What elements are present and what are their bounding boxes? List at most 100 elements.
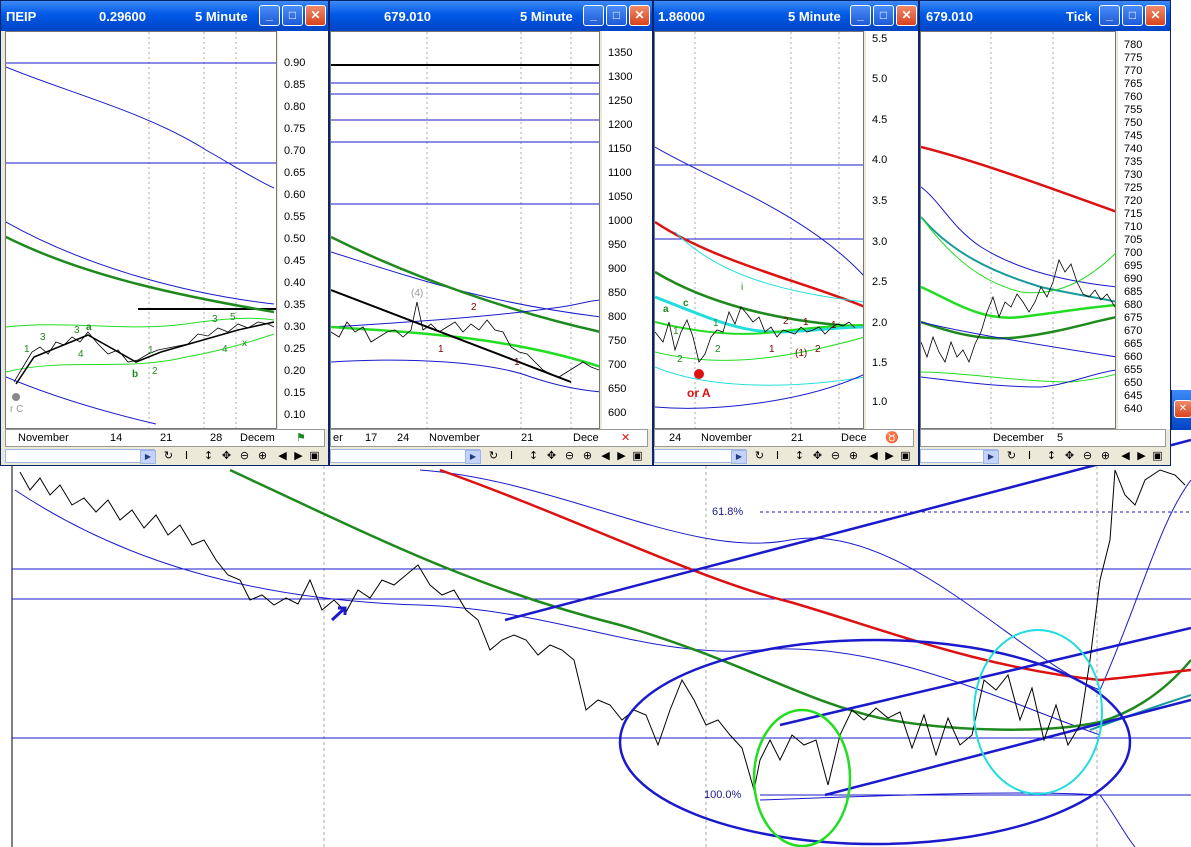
interval-label: 5 Minute xyxy=(195,9,248,24)
vertical-resize-icon[interactable]: ↕ xyxy=(526,448,541,463)
move-icon[interactable]: ✥ xyxy=(1062,448,1077,463)
cursor-icon[interactable]: I xyxy=(179,448,194,463)
cursor-icon[interactable]: I xyxy=(770,448,785,463)
close-button[interactable]: ✕ xyxy=(896,5,917,26)
close-x-icon[interactable]: ✕ xyxy=(621,431,630,444)
scale-tick: 680 xyxy=(1124,299,1143,311)
restore-icon[interactable]: ▣ xyxy=(1150,448,1165,463)
chart-plot-area[interactable]: a c 1 2 2 1 i 1 2 1 2 (1) 1 or A xyxy=(654,31,864,429)
wave-label: 2 xyxy=(783,316,789,327)
date-axis: 24 November 21 Dece ♉ xyxy=(654,429,914,447)
zoom-in-icon[interactable]: ⊕ xyxy=(255,448,270,463)
scale-tick: 1050 xyxy=(608,191,633,203)
date-label: November xyxy=(701,432,752,444)
refresh-icon[interactable]: ↻ xyxy=(161,448,176,463)
chart-window-4[interactable]: 679.010 Tick _ □ ✕ 780 775 770 765 760 7… xyxy=(919,0,1171,466)
scale-tick: 700 xyxy=(1124,247,1143,259)
flag-icon[interactable]: ⚑ xyxy=(296,431,306,444)
move-icon[interactable]: ✥ xyxy=(810,448,825,463)
scroll-right-button[interactable]: ▶ xyxy=(731,450,747,464)
scroll-right-button[interactable]: ▶ xyxy=(983,450,999,464)
maximize-button[interactable]: □ xyxy=(1122,5,1143,26)
close-button[interactable]: ✕ xyxy=(1174,400,1191,418)
wave-label: 1 xyxy=(673,326,679,337)
minimize-button[interactable]: _ xyxy=(259,5,280,26)
refresh-icon[interactable]: ↻ xyxy=(1004,448,1019,463)
zoom-out-icon[interactable]: ⊖ xyxy=(562,448,577,463)
cow-icon[interactable]: ♉ xyxy=(885,431,899,444)
title-bar[interactable]: 679.010 5 Minute _ □ ✕ xyxy=(330,1,652,31)
chart-toolbar: ▶ ↻ I ↕ ✥ ⊖ ⊕ ◀ ▶ ▣ xyxy=(920,448,1166,465)
scroll-right-icon[interactable]: ▶ xyxy=(882,448,897,463)
scale-tick: 755 xyxy=(1124,104,1143,116)
close-button[interactable]: ✕ xyxy=(1145,5,1166,26)
zoom-in-icon[interactable]: ⊕ xyxy=(1098,448,1113,463)
wave-label: 5 xyxy=(230,312,236,323)
horizontal-scrollbar[interactable]: ▶ xyxy=(654,449,747,464)
zoom-in-icon[interactable]: ⊕ xyxy=(580,448,595,463)
scroll-right-icon[interactable]: ▶ xyxy=(614,448,629,463)
retracement-100-label: 100.0% xyxy=(704,789,742,801)
cursor-icon[interactable]: I xyxy=(1022,448,1037,463)
chart-plot-area[interactable]: r C 1 3 3 a 4 b 2 1 3 5 4 x xyxy=(5,31,277,429)
scale-tick: 720 xyxy=(1124,195,1143,207)
title-bar[interactable]: 1.86000 5 Minute _ □ ✕ xyxy=(654,1,918,31)
restore-icon[interactable]: ▣ xyxy=(630,448,645,463)
maximize-button[interactable]: □ xyxy=(606,5,627,26)
title-bar[interactable]: 679.010 Tick _ □ ✕ xyxy=(920,1,1170,31)
date-label: Decem xyxy=(240,432,275,444)
scroll-right-icon[interactable]: ▶ xyxy=(291,448,306,463)
zoom-in-icon[interactable]: ⊕ xyxy=(846,448,861,463)
restore-icon[interactable]: ▣ xyxy=(898,448,913,463)
move-icon[interactable]: ✥ xyxy=(544,448,559,463)
vertical-resize-icon[interactable]: ↕ xyxy=(792,448,807,463)
zoom-out-icon[interactable]: ⊖ xyxy=(237,448,252,463)
maximize-button[interactable]: □ xyxy=(282,5,303,26)
wave-label: r C xyxy=(10,404,24,415)
wave-label: 1 xyxy=(831,320,837,331)
scale-tick: 1200 xyxy=(608,119,633,131)
scale-tick: 770 xyxy=(1124,65,1143,77)
horizontal-scrollbar[interactable]: ▶ xyxy=(330,449,481,464)
close-button[interactable]: ✕ xyxy=(305,5,326,26)
minimize-button[interactable]: _ xyxy=(1099,5,1120,26)
zoom-out-icon[interactable]: ⊖ xyxy=(828,448,843,463)
wave-label: 1 xyxy=(514,357,520,368)
chart-window-1[interactable]: ΠΕΙΡ 0.29600 5 Minute _ □ ✕ r C 1 3 3 a … xyxy=(0,0,329,466)
move-icon[interactable]: ✥ xyxy=(219,448,234,463)
chart-window-3[interactable]: 1.86000 5 Minute _ □ ✕ a c 1 2 2 1 i 1 2 xyxy=(653,0,919,466)
scale-tick: 735 xyxy=(1124,156,1143,168)
close-button[interactable]: ✕ xyxy=(629,5,650,26)
vertical-resize-icon[interactable]: ↕ xyxy=(201,448,216,463)
date-label: November xyxy=(429,432,480,444)
minimize-button[interactable]: _ xyxy=(850,5,871,26)
horizontal-scrollbar[interactable]: ▶ xyxy=(920,449,999,464)
chart-plot-area[interactable]: (4) 2 1 1 xyxy=(330,31,600,429)
refresh-icon[interactable]: ↻ xyxy=(752,448,767,463)
horizontal-scrollbar[interactable]: ▶ xyxy=(5,449,156,464)
scroll-right-icon[interactable]: ▶ xyxy=(1134,448,1149,463)
vertical-resize-icon[interactable]: ↕ xyxy=(1044,448,1059,463)
scroll-right-button[interactable]: ▶ xyxy=(465,450,481,464)
scroll-left-icon[interactable]: ◀ xyxy=(275,448,290,463)
maximize-button[interactable]: □ xyxy=(873,5,894,26)
scroll-left-icon[interactable]: ◀ xyxy=(598,448,613,463)
chart-toolbar: ▶ ↻ I ↕ ✥ ⊖ ⊕ ◀ ▶ ▣ xyxy=(5,448,325,465)
scroll-left-icon[interactable]: ◀ xyxy=(1118,448,1133,463)
chart-plot-area[interactable] xyxy=(920,31,1116,429)
cursor-icon[interactable]: I xyxy=(504,448,519,463)
partial-window-edge[interactable]: ✕ xyxy=(1171,390,1191,430)
interval-label: Tick xyxy=(1066,9,1092,24)
zoom-out-icon[interactable]: ⊖ xyxy=(1080,448,1095,463)
chart-window-2[interactable]: 679.010 5 Minute _ □ ✕ (4) 2 1 1 1350 13… xyxy=(329,0,653,466)
price-scale: 1350 1300 1250 1200 1150 1100 1050 1000 … xyxy=(602,31,652,429)
scale-tick: 700 xyxy=(608,359,627,371)
scale-tick: 0.10 xyxy=(284,409,306,421)
date-label: 24 xyxy=(397,432,410,444)
scroll-left-icon[interactable]: ◀ xyxy=(866,448,881,463)
minimize-button[interactable]: _ xyxy=(583,5,604,26)
restore-icon[interactable]: ▣ xyxy=(307,448,322,463)
scroll-right-button[interactable]: ▶ xyxy=(140,450,156,464)
refresh-icon[interactable]: ↻ xyxy=(486,448,501,463)
title-bar[interactable]: ΠΕΙΡ 0.29600 5 Minute _ □ ✕ xyxy=(1,1,328,31)
